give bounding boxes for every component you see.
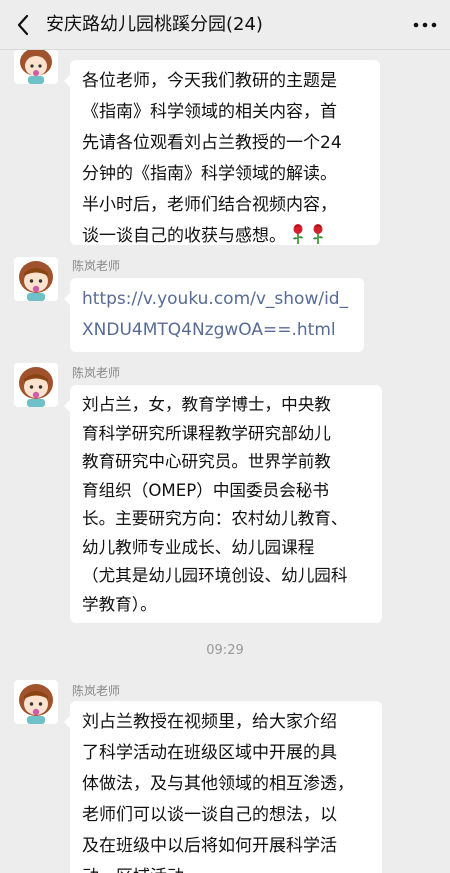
avatar[interactable] xyxy=(14,680,58,724)
message-text: 谈一谈自己的收获与感想。 xyxy=(82,226,286,246)
message-line: 各位老师，今天我们教研的主题是 xyxy=(82,71,337,91)
link-text[interactable]: https://v.youku.com/v_show/id_ xyxy=(82,284,352,315)
girl-avatar-icon xyxy=(14,257,58,301)
message-line: 育科学研究所课程教学研究部幼儿 xyxy=(82,423,331,443)
message-line: 老师们可以谈一谈自己的想法，以 xyxy=(82,805,337,825)
sender-name: 陈岚老师 xyxy=(72,684,121,698)
chat-header: 安庆路幼儿园桃蹊分园(24) xyxy=(0,0,450,50)
sender-name: 陈岚老师 xyxy=(72,259,121,273)
rose-icon xyxy=(313,224,323,244)
message-bubble[interactable]: 刘占兰教授在视频里，给大家介绍 了科学活动在班级区域中开展的具 体做法，及与其他… xyxy=(64,701,382,873)
message-line: 先请各位观看刘占兰教授的一个24 xyxy=(82,133,342,153)
message-bubble[interactable]: 刘占兰，女，教育学博士，中央教 育科学研究所课程教学研究部幼儿 教育研究中心研究… xyxy=(64,385,382,623)
avatar[interactable] xyxy=(14,363,58,407)
rose-icon xyxy=(293,224,303,244)
message-line: 分钟的《指南》科学领域的解读。 xyxy=(82,164,337,184)
message-line: 动，区域活动。 xyxy=(82,862,370,873)
message-line: 学教育）。 xyxy=(82,594,157,614)
message-line: 《指南》科学领域的相关内容，首 xyxy=(82,102,337,122)
message-list[interactable]: 各位老师，今天我们教研的主题是 《指南》科学领域的相关内容，首 先请各位观看刘占… xyxy=(0,50,450,873)
message-line: 谈一谈自己的收获与感想。 xyxy=(82,221,368,252)
message-line: （尤其是幼儿园环境创设、幼儿园科 xyxy=(82,566,348,585)
message-line: 育组织（OMEP）中国委员会秘书 xyxy=(82,480,329,500)
avatar[interactable] xyxy=(14,257,58,301)
girl-avatar-icon xyxy=(14,50,58,84)
link-message-bubble[interactable]: https://v.youku.com/v_show/id_ XNDU4MTQ4… xyxy=(64,278,364,352)
message-line: 幼儿教师专业成长、幼儿园课程 xyxy=(82,537,315,557)
message-line: 半小时后，老师们结合视频内容， xyxy=(82,195,337,215)
message-line: 刘占兰教授在视频里，给大家介绍 xyxy=(82,712,337,732)
message-line: 体做法，及与其他领域的相互渗透， xyxy=(82,774,354,794)
message-line: 及在班级中以后将如何开展科学活 xyxy=(82,836,337,856)
message-line: 刘占兰，女，教育学博士，中央教 xyxy=(82,395,331,414)
message-line: 教育研究中心研究员。世界学前教 xyxy=(82,452,331,471)
more-dots-icon xyxy=(413,22,437,28)
message-line: 长。主要研究方向：农村幼儿教育、 xyxy=(82,509,348,528)
timestamp: 09:29 xyxy=(206,643,244,658)
chevron-left-icon xyxy=(17,14,29,36)
back-button[interactable] xyxy=(6,8,40,42)
link-text[interactable]: XNDU4MTQ4NzgwOA==.html xyxy=(82,315,352,346)
message-bubble[interactable]: 各位老师，今天我们教研的主题是 《指南》科学领域的相关内容，首 先请各位观看刘占… xyxy=(64,60,380,246)
message-line: 了科学活动在班级区域中开展的具 xyxy=(82,743,337,763)
girl-avatar-icon xyxy=(14,363,58,407)
chat-title: 安庆路幼儿园桃蹊分园(24) xyxy=(46,14,263,35)
sender-name: 陈岚老师 xyxy=(72,366,121,380)
girl-avatar-icon xyxy=(14,680,58,724)
more-button[interactable] xyxy=(408,8,442,42)
avatar[interactable] xyxy=(14,50,58,84)
